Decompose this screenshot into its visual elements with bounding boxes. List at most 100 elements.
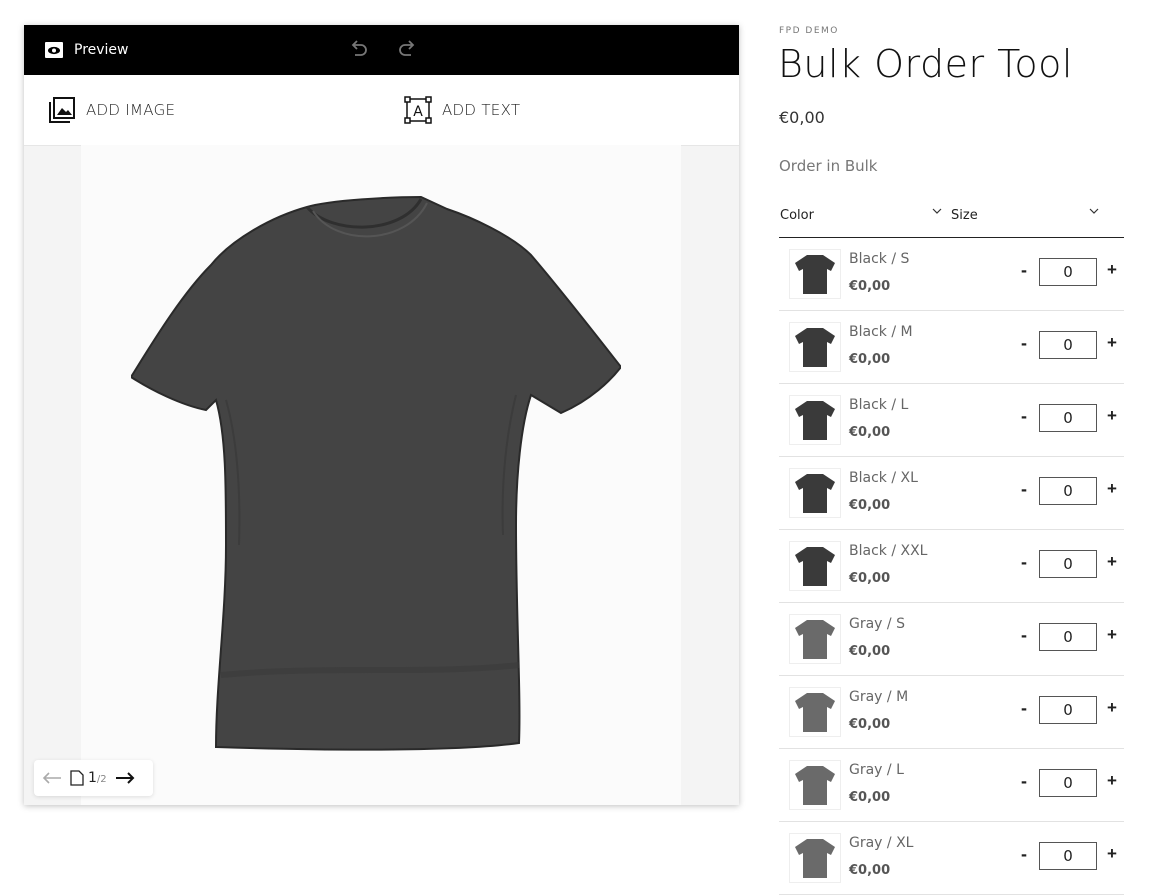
increase-quantity-button[interactable]: + (1107, 771, 1117, 791)
decrease-quantity-button[interactable]: - (1018, 260, 1030, 281)
tshirt-thumbnail-icon (795, 328, 835, 367)
bulk-variant-list: Black / S €0,00 - + Black / M €0,00 - + … (779, 238, 1124, 895)
text-box-icon: A (404, 96, 432, 124)
quantity-input[interactable] (1039, 623, 1097, 651)
page-icon (70, 770, 84, 786)
increase-quantity-button[interactable]: + (1107, 479, 1117, 499)
undo-icon[interactable] (348, 39, 370, 61)
decrease-quantity-button[interactable]: - (1018, 625, 1030, 646)
size-column-header[interactable]: Size (951, 208, 1099, 223)
decrease-quantity-button[interactable]: - (1018, 479, 1030, 500)
variant-price: €0,00 (849, 352, 891, 367)
quantity-input[interactable] (1039, 769, 1097, 797)
tshirt-shape (795, 401, 835, 440)
prev-page-icon[interactable] (42, 771, 62, 785)
variant-name: Black / XXL (849, 543, 928, 559)
variant-name: Black / M (849, 324, 913, 340)
increase-quantity-button[interactable]: + (1107, 844, 1117, 864)
design-stage[interactable] (81, 145, 681, 805)
decrease-quantity-button[interactable]: - (1018, 406, 1030, 427)
variant-thumbnail (789, 468, 841, 518)
variant-price: €0,00 (849, 498, 891, 513)
variant-name: Gray / L (849, 762, 904, 778)
tshirt-thumbnail-icon (795, 474, 835, 513)
decrease-quantity-button[interactable]: - (1018, 333, 1030, 354)
variant-thumbnail (789, 322, 841, 372)
tshirt-thumbnail-icon (795, 401, 835, 440)
quantity-input[interactable] (1039, 842, 1097, 870)
add-image-label: ADD IMAGE (86, 101, 176, 119)
color-column-header[interactable]: Color (780, 208, 942, 223)
quantity-input[interactable] (1039, 477, 1097, 505)
tshirt-shape (795, 620, 835, 659)
variant-name: Black / XL (849, 470, 918, 486)
increase-quantity-button[interactable]: + (1107, 333, 1117, 353)
product-title: Bulk Order Tool (778, 42, 1073, 86)
variant-thumbnail (789, 395, 841, 445)
size-column-label: Size (951, 208, 978, 223)
product-designer: Preview ADD IMAGE A ADD TEXT 1/2 (24, 25, 739, 805)
decrease-quantity-button[interactable]: - (1018, 552, 1030, 573)
increase-quantity-button[interactable]: + (1107, 260, 1117, 280)
variant-row: Gray / S €0,00 - + (779, 603, 1124, 676)
designer-topbar: Preview (24, 25, 739, 75)
tshirt-thumbnail-icon (795, 255, 835, 294)
quantity-input[interactable] (1039, 550, 1097, 578)
tshirt-thumbnail-icon (795, 620, 835, 659)
variant-row: Gray / M €0,00 - + (779, 676, 1124, 749)
tshirt-shape (795, 766, 835, 805)
variant-price: €0,00 (849, 571, 891, 586)
variant-row: Black / S €0,00 - + (779, 238, 1124, 311)
product-price: €0,00 (779, 108, 825, 127)
tshirt-thumbnail-icon (795, 766, 835, 805)
quantity-input[interactable] (1039, 696, 1097, 724)
next-page-icon[interactable] (115, 771, 135, 785)
color-column-label: Color (780, 208, 814, 223)
tshirt-shape (795, 693, 835, 732)
variant-row: Gray / XL €0,00 - + (779, 822, 1124, 895)
variant-name: Gray / XL (849, 835, 914, 851)
bulk-order-label: Order in Bulk (779, 157, 878, 175)
add-text-label: ADD TEXT (442, 101, 521, 119)
chevron-down-icon (1089, 208, 1099, 214)
tshirt-shape (795, 474, 835, 513)
decrease-quantity-button[interactable]: - (1018, 844, 1030, 865)
add-text-button[interactable]: A ADD TEXT (404, 75, 520, 145)
decrease-quantity-button[interactable]: - (1018, 771, 1030, 792)
variant-name: Gray / S (849, 616, 905, 632)
redo-icon[interactable] (396, 39, 418, 61)
variant-row: Black / XL €0,00 - + (779, 457, 1124, 530)
tshirt-image (131, 195, 621, 751)
designer-actionbar: ADD IMAGE A ADD TEXT (24, 75, 739, 146)
tshirt-thumbnail-icon (795, 693, 835, 732)
quantity-input[interactable] (1039, 404, 1097, 432)
increase-quantity-button[interactable]: + (1107, 625, 1117, 645)
svg-text:A: A (413, 104, 423, 120)
variant-row: Black / XXL €0,00 - + (779, 530, 1124, 603)
variant-thumbnail (789, 687, 841, 737)
variant-name: Black / S (849, 251, 910, 267)
tshirt-shape (795, 839, 835, 878)
total-pages: /2 (96, 774, 107, 785)
variant-thumbnail (789, 541, 841, 591)
variant-price: €0,00 (849, 717, 891, 732)
quantity-input[interactable] (1039, 331, 1097, 359)
decrease-quantity-button[interactable]: - (1018, 698, 1030, 719)
variant-name: Gray / M (849, 689, 909, 705)
tshirt-shape (795, 328, 835, 367)
eye-icon (45, 42, 63, 58)
variant-row: Gray / L €0,00 - + (779, 749, 1124, 822)
variant-thumbnail (789, 249, 841, 299)
increase-quantity-button[interactable]: + (1107, 552, 1117, 572)
variant-thumbnail (789, 614, 841, 664)
preview-label: Preview (74, 42, 129, 58)
increase-quantity-button[interactable]: + (1107, 406, 1117, 426)
tshirt-shape (795, 547, 835, 586)
variant-price: €0,00 (849, 279, 891, 294)
variant-name: Black / L (849, 397, 909, 413)
bulk-order-header: Color Size (779, 200, 1124, 238)
quantity-input[interactable] (1039, 258, 1097, 286)
preview-button[interactable]: Preview (44, 25, 129, 75)
add-image-button[interactable]: ADD IMAGE (48, 75, 175, 145)
increase-quantity-button[interactable]: + (1107, 698, 1117, 718)
